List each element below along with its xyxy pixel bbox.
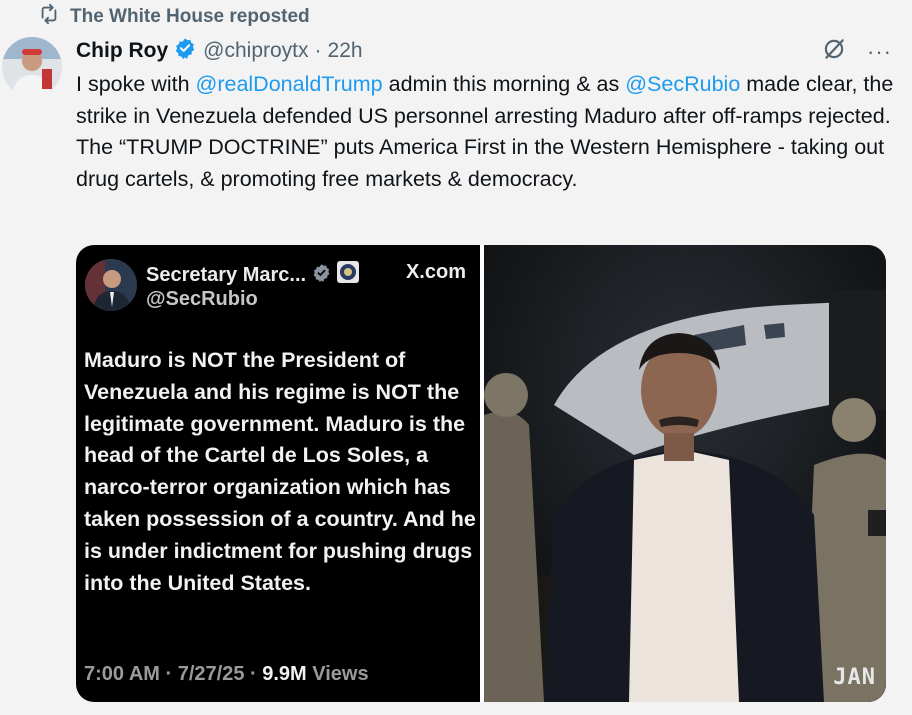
quoted-footer-views-label: Views xyxy=(306,663,369,685)
post-header: Chip Roy @chiproytx · 22h ··· xyxy=(76,36,892,66)
avatar[interactable] xyxy=(2,37,62,97)
post-time[interactable]: 22h xyxy=(328,39,363,63)
author-handle[interactable]: @chiproytx xyxy=(203,39,308,63)
arrest-photo-illustration xyxy=(484,245,886,702)
state-department-seal-icon xyxy=(337,261,360,289)
quoted-name: Secretary Marc... xyxy=(146,263,307,286)
quoted-verified-badge-icon xyxy=(312,263,331,288)
separator-dot: · xyxy=(314,39,322,62)
quoted-footer: 7:00 AM · 7/27/25 · 9.9M Views xyxy=(84,663,369,686)
mention-realdonaldtrump[interactable]: @realDonaldTrump xyxy=(196,72,383,96)
quoted-footer-views-count: 9.9M xyxy=(262,663,307,685)
repost-label[interactable]: The White House reposted xyxy=(70,6,310,28)
quoted-avatar xyxy=(85,259,137,311)
post-media[interactable]: Secretary Marc... @SecRubio X.com Maduro… xyxy=(76,245,886,702)
post-text-part: I spoke with xyxy=(76,72,196,96)
repost-icon xyxy=(38,3,60,31)
repost-banner[interactable]: The White House reposted xyxy=(38,3,310,31)
photo-tag: JAN xyxy=(833,665,876,690)
author-name[interactable]: Chip Roy xyxy=(76,39,168,63)
arrest-photo[interactable]: JAN xyxy=(484,245,886,702)
header-actions: ··· xyxy=(821,36,892,68)
quoted-screenshot-image[interactable]: Secretary Marc... @SecRubio X.com Maduro… xyxy=(76,245,480,702)
quoted-name-row: Secretary Marc... xyxy=(146,261,360,289)
post-text-part: admin this morning & as xyxy=(382,72,626,96)
mention-secrubio[interactable]: @SecRubio xyxy=(625,72,740,96)
quoted-platform: X.com xyxy=(405,261,466,283)
more-icon[interactable]: ··· xyxy=(867,39,892,65)
post-text: I spoke with @realDonaldTrump admin this… xyxy=(76,69,896,195)
quoted-footer-time: 7:00 AM · 7/27/25 · xyxy=(84,663,263,685)
quoted-body-text: Maduro is NOT the President of Venezuela… xyxy=(84,348,476,595)
grok-icon[interactable] xyxy=(821,36,847,68)
quoted-handle: @SecRubio xyxy=(146,288,258,310)
verified-badge-icon xyxy=(168,37,203,65)
